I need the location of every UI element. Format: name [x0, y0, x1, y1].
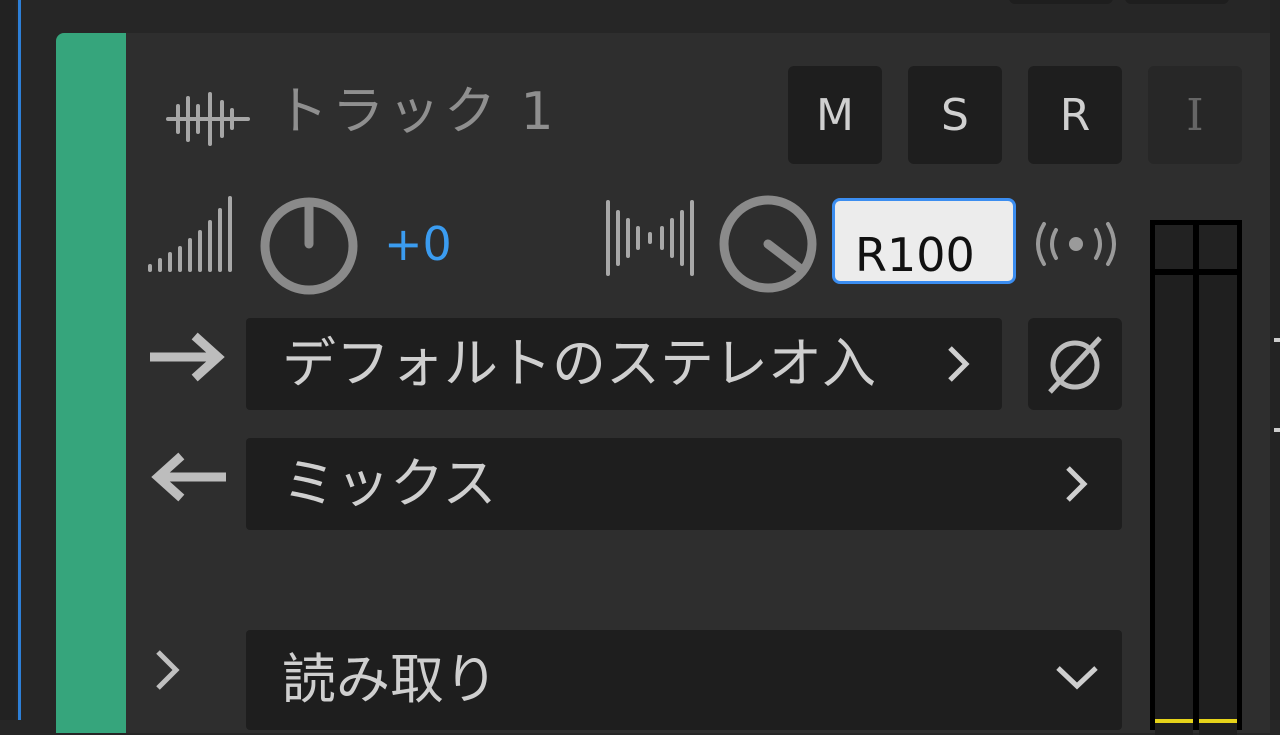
- input-monitor-label: I: [1186, 89, 1204, 141]
- pan-value-input[interactable]: R100: [832, 198, 1016, 284]
- input-label: デフォルトのステレオ入: [282, 332, 876, 395]
- pan-knob[interactable]: [716, 192, 820, 296]
- edge-mark: [1274, 338, 1280, 342]
- output-select[interactable]: ミックス: [246, 438, 1122, 530]
- chevron-down-icon: [1056, 666, 1098, 690]
- input-monitor-button[interactable]: I: [1148, 66, 1242, 164]
- previous-track-strip: [21, 0, 1280, 28]
- track-name[interactable]: トラック 1: [276, 80, 558, 144]
- peak-indicator-left[interactable]: [1155, 225, 1193, 269]
- volume-knob[interactable]: [258, 196, 360, 296]
- meter-channel-right: [1199, 275, 1237, 735]
- phase-invert-icon: [1048, 336, 1102, 394]
- track-color-bar[interactable]: [56, 33, 126, 733]
- output-label: ミックス: [282, 452, 497, 515]
- input-select[interactable]: デフォルトのステレオ入: [246, 318, 1002, 410]
- broadcast-icon[interactable]: [1030, 218, 1122, 270]
- previous-track-button[interactable]: [1009, 0, 1113, 4]
- mute-button[interactable]: M: [788, 66, 882, 164]
- level-meter: [1150, 220, 1242, 735]
- meter-channel-left: [1155, 275, 1193, 735]
- right-edge: [1270, 0, 1280, 720]
- previous-track-button[interactable]: [1125, 0, 1229, 4]
- selection-indicator-line: [18, 0, 21, 720]
- automation-mode-select[interactable]: 読み取り: [246, 630, 1122, 730]
- waveform-icon: [166, 92, 250, 146]
- record-arm-button[interactable]: R: [1028, 66, 1122, 164]
- left-edge: [0, 0, 16, 720]
- mute-label: M: [816, 89, 854, 141]
- automation-mode-label: 読み取り: [282, 648, 498, 711]
- solo-label: S: [941, 89, 969, 141]
- solo-button[interactable]: S: [908, 66, 1002, 164]
- volume-ramp-icon: [148, 196, 232, 272]
- phase-invert-button[interactable]: [1028, 318, 1122, 410]
- record-label: R: [1059, 89, 1091, 141]
- edge-mark: [1274, 428, 1280, 432]
- pan-bars-icon: [606, 200, 694, 276]
- chevron-right-icon: [1066, 466, 1088, 502]
- chevron-right-icon[interactable]: [150, 646, 184, 694]
- peak-indicator-right[interactable]: [1199, 225, 1237, 269]
- chevron-right-icon: [940, 340, 974, 388]
- arrow-right-icon: [150, 332, 225, 382]
- volume-value[interactable]: +0: [384, 216, 452, 272]
- arrow-left-icon: [151, 452, 226, 502]
